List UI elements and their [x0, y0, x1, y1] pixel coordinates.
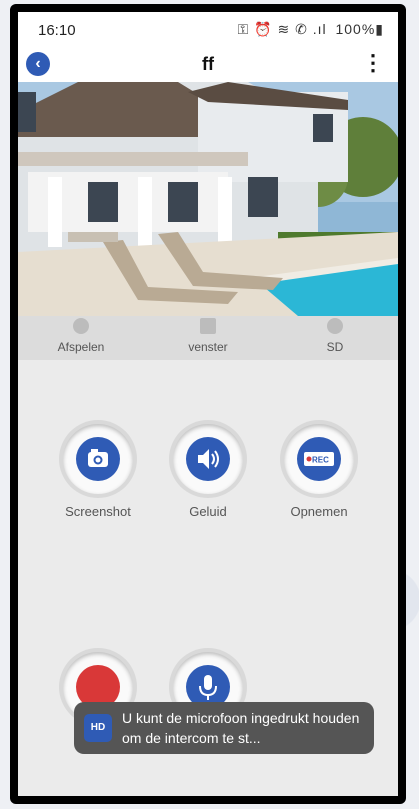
- control-label: Screenshot: [65, 504, 131, 519]
- tab-label: venster: [188, 340, 228, 354]
- app-logo-icon: HD: [84, 714, 112, 742]
- status-indicator-icons: ⚿ ⏰ ≋ ✆ .ıl: [237, 21, 327, 37]
- control-label: Opnemen: [290, 504, 348, 519]
- rec-badge-text: REC: [312, 456, 329, 465]
- speaker-icon: [186, 437, 230, 481]
- tab-sd[interactable]: SD: [272, 316, 398, 360]
- control-label: Geluid: [189, 504, 227, 519]
- sound-button[interactable]: Geluid: [163, 424, 253, 519]
- toast-text: U kunt de microfoon ingedrukt houden om …: [122, 710, 360, 746]
- camera-frame-image: [18, 82, 398, 316]
- record-icon: REC: [297, 437, 341, 481]
- tab-label: SD: [326, 340, 344, 354]
- screenshot-button[interactable]: Screenshot: [53, 424, 143, 519]
- camera-icon: [76, 437, 120, 481]
- status-time: 16:10: [38, 22, 76, 39]
- tab-label: Afspelen: [57, 340, 105, 354]
- page-title: ff: [202, 54, 214, 74]
- tab-playback[interactable]: Afspelen: [18, 316, 144, 360]
- record-button[interactable]: REC Opnemen: [274, 424, 364, 519]
- app-screen: 16:10 ⚿ ⏰ ≋ ✆ .ıl 100%▮ ‹ ff ⋮ Afspelen …: [18, 12, 398, 796]
- more-vertical-icon[interactable]: ⋮: [362, 52, 384, 74]
- phone-frame: 16:10 ⚿ ⏰ ≋ ✆ .ıl 100%▮ ‹ ff ⋮ Afspelen …: [10, 4, 406, 804]
- status-icons: ⚿ ⏰ ≋ ✆ .ıl 100%▮: [238, 21, 384, 38]
- camera-live-view[interactable]: [18, 82, 398, 316]
- play-icon: [73, 318, 89, 334]
- control-ring: [63, 424, 133, 494]
- control-ring: REC: [284, 424, 354, 494]
- grid-icon: [200, 318, 216, 334]
- sd-icon: [327, 318, 343, 334]
- mode-bar: Afspelen venster SD: [18, 316, 398, 360]
- app-bar: ‹ ff ⋮: [18, 48, 398, 82]
- status-bar: 16:10 ⚿ ⏰ ≋ ✆ .ıl 100%▮: [18, 12, 398, 48]
- toast-message: HD U kunt de microfoon ingedrukt houden …: [74, 702, 374, 754]
- battery-indicator: 100%▮: [335, 21, 384, 37]
- control-ring: [173, 424, 243, 494]
- tab-window[interactable]: venster: [145, 316, 271, 360]
